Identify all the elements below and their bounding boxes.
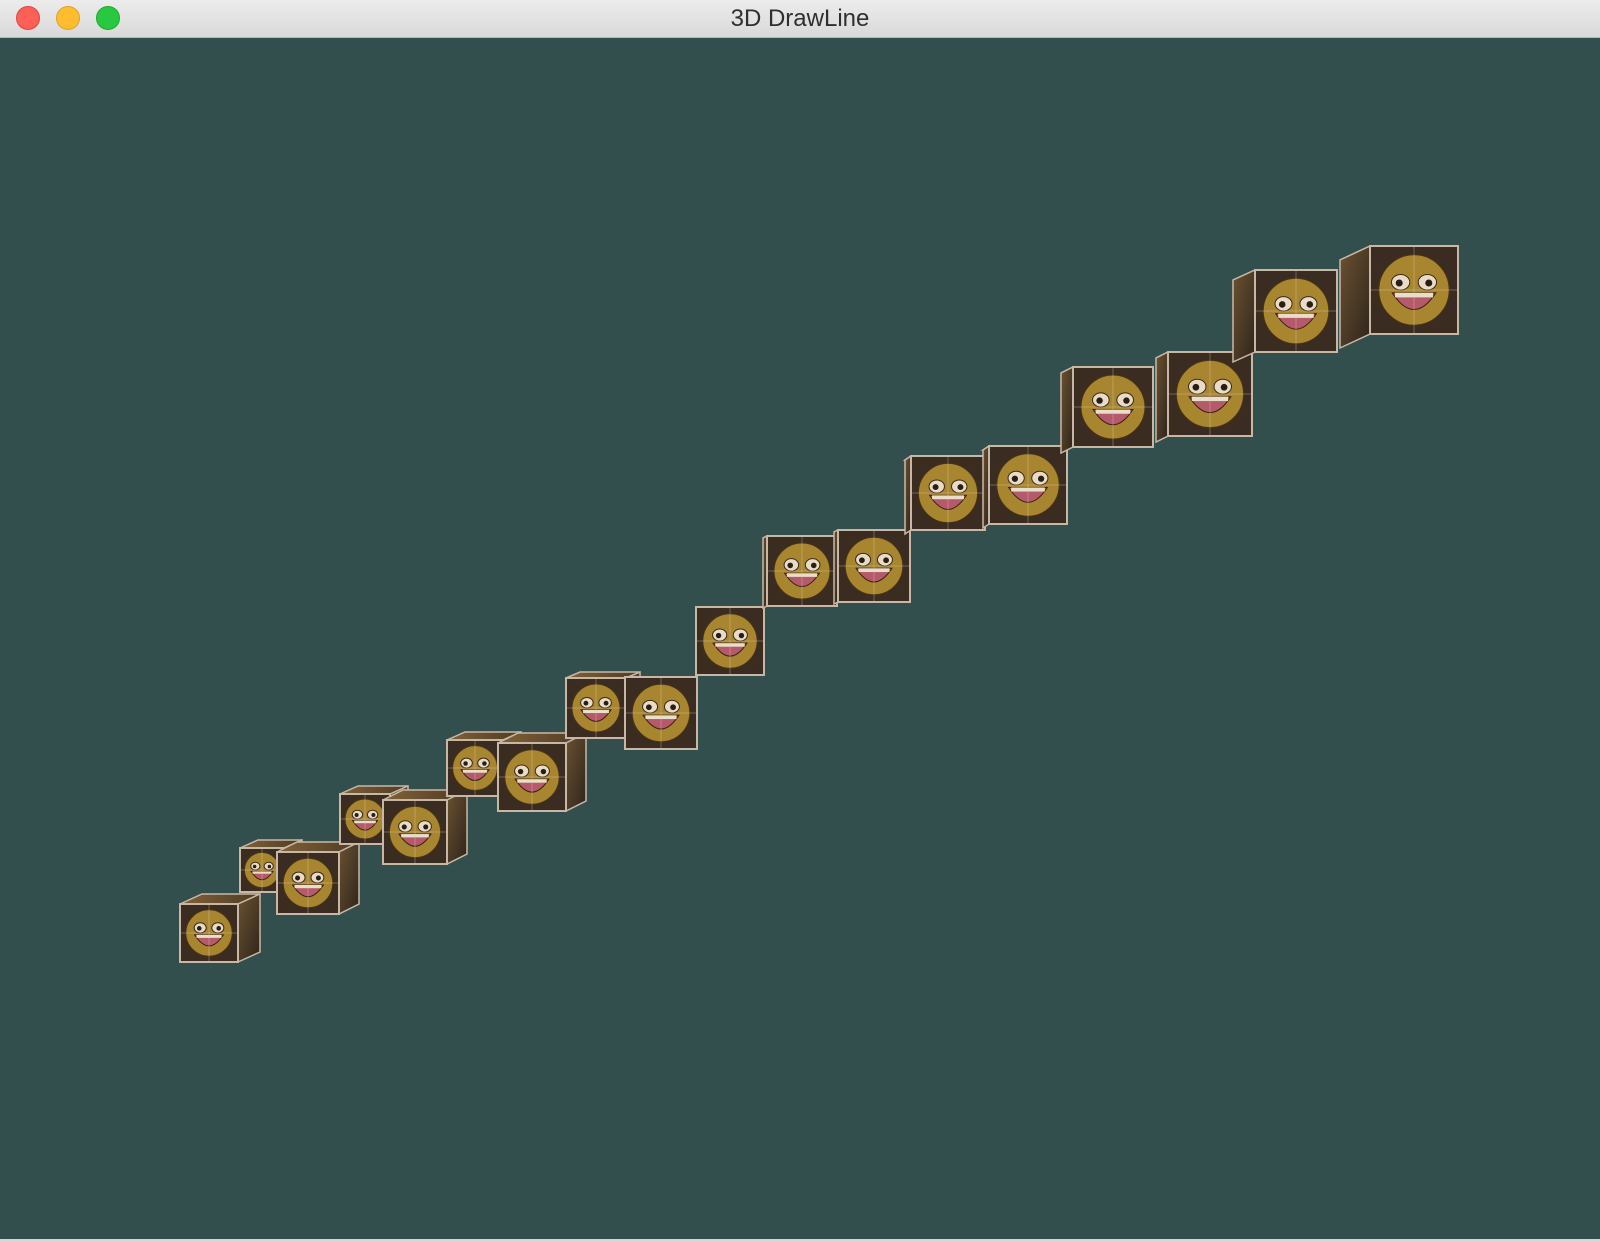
cube-side-face: [1232, 268, 1256, 364]
cube-side-face: [338, 840, 360, 916]
smiley-pupil: [932, 484, 939, 491]
smiley-pupil: [196, 926, 202, 931]
app-window: 3D DrawLine: [0, 0, 1600, 1242]
smiley-pupil: [517, 768, 524, 775]
smiley-pupil: [1278, 301, 1286, 308]
smiley-pupil: [883, 557, 889, 564]
smiley-pupil: [540, 768, 547, 775]
textured-cube: [624, 676, 698, 750]
smiley-pupil: [315, 875, 321, 881]
textured-cube: [833, 528, 911, 606]
title-bar[interactable]: 3D DrawLine: [0, 0, 1600, 38]
smiley-pupil: [295, 875, 301, 881]
cube-side-face: [1155, 350, 1169, 444]
smiley-pupil: [216, 926, 222, 931]
window-title: 3D DrawLine: [730, 5, 870, 32]
render-viewport[interactable]: [0, 38, 1600, 1242]
textured-cube: [1232, 268, 1338, 364]
textured-cube: [276, 840, 360, 916]
textured-cube: [980, 444, 1070, 530]
smiley-pupil: [670, 704, 676, 711]
smiley-pupil: [1011, 475, 1019, 482]
smiley-pupil: [715, 632, 722, 639]
smiley-pupil: [646, 704, 652, 711]
textured-cube: [1060, 365, 1154, 455]
cube-side-face: [1339, 244, 1371, 350]
smiley-pupil: [810, 562, 817, 569]
smiley-pupil: [859, 557, 865, 564]
smiley-pupil: [423, 824, 429, 830]
smiley-pupil: [957, 484, 964, 491]
smiley-pupil: [463, 761, 468, 766]
smiley-pupil: [401, 824, 407, 830]
smiley-pupil: [354, 813, 359, 817]
textured-cube: [1339, 244, 1459, 350]
textured-cube: [902, 454, 988, 536]
smiley-pupil: [1123, 397, 1130, 404]
smiley-pupil: [267, 864, 272, 869]
textured-cube: [695, 606, 765, 676]
cube-side-face: [237, 892, 261, 964]
textured-cube: [762, 534, 838, 610]
smiley-pupil: [1220, 383, 1228, 391]
smiley-pupil: [1096, 397, 1103, 404]
smiley-pupil: [252, 864, 257, 869]
textured-cube: [1155, 350, 1253, 444]
smiley-pupil: [371, 813, 376, 817]
textured-cube: [179, 892, 261, 964]
textured-cube: [497, 731, 587, 813]
smiley-pupil: [1037, 475, 1045, 482]
smiley-pupil: [738, 632, 745, 639]
cube-line-scene: [179, 244, 1459, 964]
smiley-pupil: [1192, 383, 1200, 391]
smiley-pupil: [603, 700, 609, 706]
cube-side-face: [565, 731, 587, 813]
smiley-pupil: [482, 761, 487, 766]
cube-side-face: [1060, 365, 1074, 455]
smiley-pupil: [583, 700, 589, 706]
smiley-pupil: [1395, 279, 1403, 287]
cube-side-face: [446, 788, 468, 866]
smiley-pupil: [1425, 279, 1433, 287]
textured-cube: [382, 788, 468, 866]
smiley-pupil: [787, 562, 794, 569]
smiley-pupil: [1306, 301, 1314, 308]
